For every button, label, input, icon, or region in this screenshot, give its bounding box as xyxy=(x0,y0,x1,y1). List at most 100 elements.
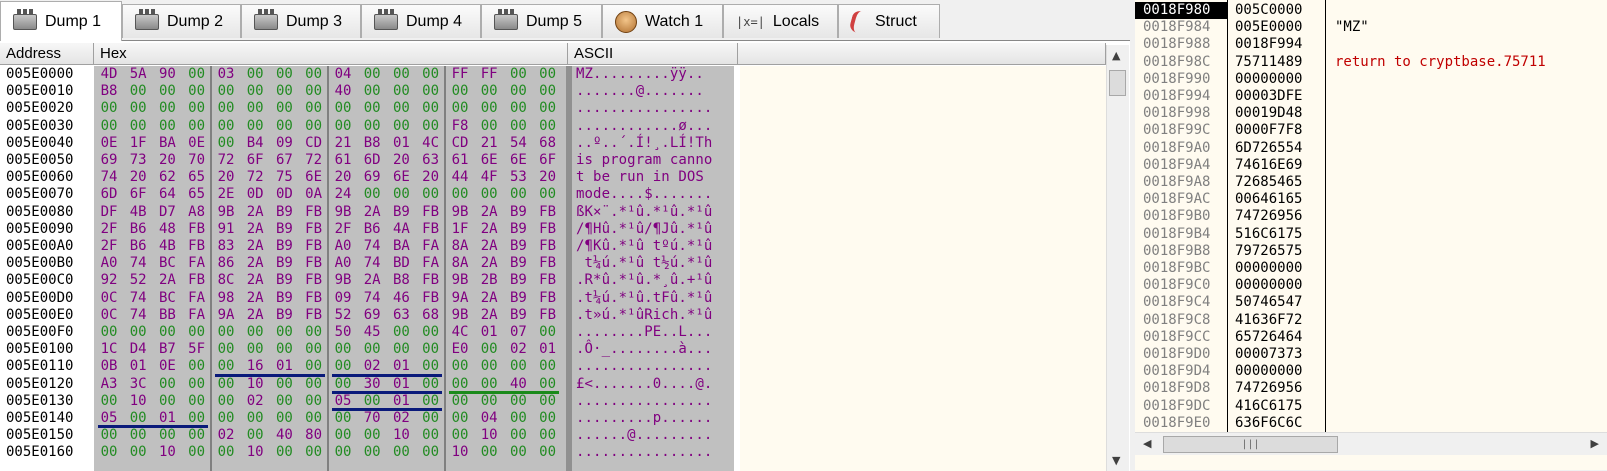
hex-byte[interactable]: 2A xyxy=(244,238,266,255)
hex-byte[interactable]: 00 xyxy=(537,118,559,135)
tab-struct[interactable]: Struct xyxy=(838,4,940,38)
hex-byte[interactable]: 6D xyxy=(361,152,383,169)
hex-byte[interactable]: 20 xyxy=(332,169,354,186)
hex-byte[interactable]: 91 xyxy=(215,221,237,238)
hex-byte[interactable]: 0C xyxy=(98,290,120,307)
stack-row[interactable]: 0018F9A8 72685465 xyxy=(1135,174,1607,191)
stack-row[interactable]: 0018F9A0 6D726554 xyxy=(1135,140,1607,157)
hex-byte[interactable]: FB xyxy=(303,307,325,324)
hex-byte[interactable]: 00 xyxy=(361,83,383,100)
hex-byte[interactable]: B9 xyxy=(507,204,529,221)
hex-byte[interactable]: 00 xyxy=(215,324,237,341)
hex-byte[interactable]: 0E xyxy=(98,135,120,152)
hex-byte[interactable]: B9 xyxy=(273,290,295,307)
hex-byte[interactable]: FB xyxy=(537,290,559,307)
dump-row[interactable]: 005E0100 1C D4 B7 5F 00 00 00 00 00 00 00 00 E0 00 02 01… xyxy=(0,341,1106,358)
hex-byte[interactable]: FB xyxy=(420,221,442,238)
hex-byte[interactable]: D7 xyxy=(156,204,178,221)
hex-byte[interactable]: 2A xyxy=(478,290,500,307)
dump-row[interactable]: 005E0000 4D 5A 90 00 03 00 00 00 04 00 00 00 FF FF 00 00… xyxy=(0,66,1106,83)
dump-row[interactable]: 005E0030 00 00 00 00 00 00 00 00 00 00 00 00 F8 00 00 00… xyxy=(0,118,1106,135)
hex-byte[interactable]: FF xyxy=(478,66,500,83)
hex-byte[interactable]: B9 xyxy=(273,221,295,238)
hex-byte[interactable]: 00 xyxy=(507,358,529,375)
hex-byte[interactable]: 74 xyxy=(127,255,149,272)
hex-byte[interactable]: 10 xyxy=(127,393,149,410)
hex-byte[interactable]: 00 xyxy=(537,410,559,427)
hex-byte[interactable]: 4D xyxy=(98,66,120,83)
hex-byte[interactable]: B9 xyxy=(507,290,529,307)
hex-byte[interactable]: 4B xyxy=(156,238,178,255)
hex-byte[interactable]: 00 xyxy=(127,118,149,135)
hex-byte[interactable]: 00 xyxy=(537,444,559,461)
hex-byte[interactable]: 6F xyxy=(537,152,559,169)
dump-row[interactable]: 005E0080 DF 4B D7 A8 9B 2A B9 FB 9B 2A B9 FB 9B 2A B9 FB… xyxy=(0,204,1106,221)
hex-byte[interactable]: 00 xyxy=(420,324,442,341)
hex-byte[interactable]: 2A xyxy=(478,204,500,221)
hex-byte[interactable]: A0 xyxy=(98,255,120,272)
hex-byte[interactable]: 74 xyxy=(127,307,149,324)
dump-row[interactable]: 005E00A0 2F B6 4B FB 83 2A B9 FB A0 74 BA FA 8A 2A B9 FB… xyxy=(0,238,1106,255)
hex-byte[interactable]: 9B xyxy=(332,272,354,289)
hex-byte[interactable]: 00 xyxy=(449,393,471,410)
hex-byte[interactable]: 6F xyxy=(244,152,266,169)
hex-byte[interactable]: FB xyxy=(537,307,559,324)
hex-byte[interactable]: 9B xyxy=(449,272,471,289)
hex-byte[interactable]: A0 xyxy=(332,238,354,255)
hex-byte[interactable]: 6F xyxy=(127,186,149,203)
hex-byte[interactable]: 0E xyxy=(156,358,178,375)
hex-byte[interactable]: 00 xyxy=(420,100,442,117)
hex-byte[interactable]: 00 xyxy=(507,83,529,100)
hex-byte[interactable]: B9 xyxy=(273,307,295,324)
hex-byte[interactable]: 74 xyxy=(98,169,120,186)
horizontal-scrollbar[interactable]: ◀ ||| ▶ xyxy=(1135,432,1607,455)
hex-byte[interactable]: 4F xyxy=(478,169,500,186)
hex-byte[interactable]: B8 xyxy=(361,135,383,152)
hex-byte[interactable]: 6E xyxy=(390,169,412,186)
hex-byte[interactable]: 00 xyxy=(449,100,471,117)
hex-byte[interactable]: 86 xyxy=(215,255,237,272)
hex-byte[interactable]: 00 xyxy=(273,100,295,117)
scrollbar-thumb[interactable] xyxy=(1109,70,1126,96)
stack-row[interactable]: 0018F988 0018F994 xyxy=(1135,36,1607,53)
hex-byte[interactable]: 70 xyxy=(186,152,208,169)
hex-byte[interactable]: DF xyxy=(98,204,120,221)
stack-panel[interactable]: 0018F980 005C0000 0018F984 005E0000 "MZ" 0018… xyxy=(1135,0,1607,470)
hex-byte[interactable]: D4 xyxy=(127,341,149,358)
hex-byte[interactable]: 00 xyxy=(156,83,178,100)
hex-byte[interactable]: 07 xyxy=(507,324,529,341)
hex-byte[interactable]: 00 xyxy=(332,444,354,461)
hex-byte[interactable]: 00 xyxy=(186,118,208,135)
hex-byte[interactable]: 00 xyxy=(420,410,442,427)
dump-row[interactable]: 005E0130 00 10 00 00 00 02 00 00 05 00 01 00 00 00 00 00… xyxy=(0,393,1106,410)
hex-byte[interactable]: 00 xyxy=(215,118,237,135)
hex-byte[interactable]: FB xyxy=(186,272,208,289)
hex-byte[interactable]: 69 xyxy=(361,169,383,186)
hex-byte[interactable]: 00 xyxy=(420,186,442,203)
hex-byte[interactable]: 00 xyxy=(537,100,559,117)
hex-byte[interactable]: 0A xyxy=(303,186,325,203)
hex-byte[interactable]: FA xyxy=(186,290,208,307)
stack-row[interactable]: 0018F9B0 74726956 xyxy=(1135,208,1607,225)
hex-byte[interactable]: 00 xyxy=(390,444,412,461)
hex-byte[interactable]: 0E xyxy=(186,135,208,152)
hex-byte[interactable]: 04 xyxy=(332,66,354,83)
scrollbar-thumb[interactable]: ||| xyxy=(1163,436,1338,453)
hex-byte[interactable]: 46 xyxy=(390,290,412,307)
hex-byte[interactable]: 00 xyxy=(303,66,325,83)
hex-byte[interactable]: 00 xyxy=(215,100,237,117)
dump-row[interactable]: 005E0150 00 00 00 00 02 00 40 80 00 00 10 00 00 10 00 00… xyxy=(0,427,1106,444)
hex-byte[interactable]: 63 xyxy=(420,152,442,169)
hex-byte[interactable]: 01 xyxy=(390,135,412,152)
hex-byte[interactable]: BA xyxy=(390,238,412,255)
hex-byte[interactable]: 00 xyxy=(156,393,178,410)
hex-byte[interactable]: 00 xyxy=(156,376,178,393)
hex-byte[interactable]: 52 xyxy=(332,307,354,324)
hex-byte[interactable]: 2F xyxy=(98,221,120,238)
hex-byte[interactable]: 00 xyxy=(156,118,178,135)
tab-locals[interactable]: |x=| Locals xyxy=(723,4,838,38)
hex-byte[interactable]: 2A xyxy=(478,238,500,255)
scroll-right-arrow-icon[interactable]: ▶ xyxy=(1591,437,1599,450)
hex-byte[interactable]: 0C xyxy=(98,307,120,324)
hex-byte[interactable]: 6E xyxy=(478,152,500,169)
